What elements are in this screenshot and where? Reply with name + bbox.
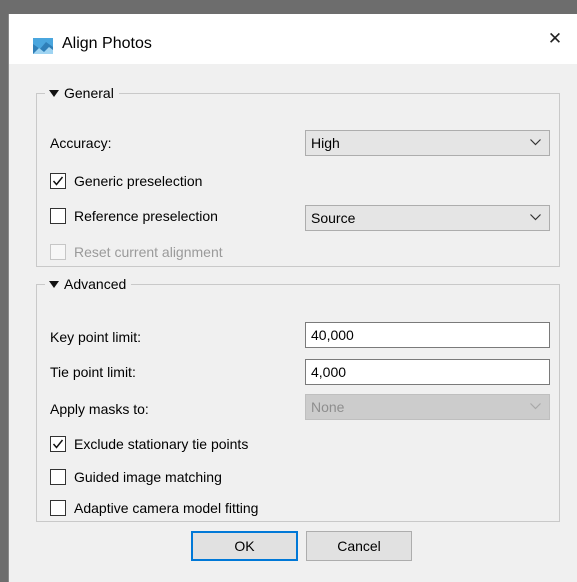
reference-source-value: Source [311,210,356,226]
accuracy-select[interactable]: High [305,130,550,156]
dialog-title: Align Photos [62,35,152,52]
collapse-triangle-icon [49,89,59,97]
checkbox-box [50,436,66,452]
chevron-down-icon [530,403,541,410]
key-point-limit-label: Key point limit: [50,329,142,345]
checkbox-box [50,469,66,485]
accuracy-label: Accuracy: [50,135,112,151]
adaptive-fitting-checkbox[interactable]: Adaptive camera model fitting [50,500,258,516]
generic-preselection-checkbox[interactable]: Generic preselection [50,173,202,189]
advanced-group: Advanced Key point limit: 40,000 Tie poi… [36,275,560,522]
advanced-legend[interactable]: Advanced [45,275,132,293]
collapse-triangle-icon [49,280,59,288]
chevron-down-icon [530,139,541,146]
general-legend[interactable]: General [45,84,119,102]
reset-alignment-checkbox: Reset current alignment [50,244,223,260]
apply-masks-value: None [311,399,345,415]
checkbox-box [50,173,66,189]
tie-point-limit-value: 4,000 [311,364,347,380]
title-bar: Align Photos ✕ [9,14,577,64]
generic-preselection-label: Generic preselection [74,173,203,189]
close-icon: ✕ [547,29,563,48]
guided-matching-checkbox[interactable]: Guided image matching [50,469,222,485]
reset-alignment-label: Reset current alignment [74,244,223,260]
accuracy-value: High [311,135,340,151]
exclude-stationary-checkbox[interactable]: Exclude stationary tie points [50,436,248,452]
photo-landscape-icon [33,38,53,54]
general-group: General Accuracy: High Generic preselect… [36,84,560,267]
guided-matching-label: Guided image matching [74,469,222,485]
checkbox-box [50,208,66,224]
align-photos-dialog: Align Photos ✕ General Accuracy: High Ge… [8,14,577,582]
ok-button[interactable]: OK [191,531,298,561]
general-legend-label: General [64,85,114,101]
apply-masks-select: None [305,394,550,420]
close-button[interactable]: ✕ [532,14,577,64]
exclude-stationary-label: Exclude stationary tie points [74,436,249,452]
reference-preselection-label: Reference preselection [74,208,218,224]
key-point-limit-value: 40,000 [311,327,354,343]
checkmark-icon [52,439,64,449]
tie-point-limit-field[interactable]: 4,000 [305,359,550,385]
chevron-down-icon [530,214,541,221]
adaptive-fitting-label: Adaptive camera model fitting [74,500,259,516]
apply-masks-label: Apply masks to: [50,401,149,417]
tie-point-limit-label: Tie point limit: [50,364,136,380]
checkmark-icon [52,176,64,186]
checkbox-box [50,500,66,516]
advanced-legend-label: Advanced [64,276,127,292]
reference-preselection-checkbox[interactable]: Reference preselection [50,208,218,224]
checkbox-box [50,244,66,260]
reference-source-select[interactable]: Source [305,205,550,231]
cancel-button[interactable]: Cancel [306,531,412,561]
key-point-limit-field[interactable]: 40,000 [305,322,550,348]
